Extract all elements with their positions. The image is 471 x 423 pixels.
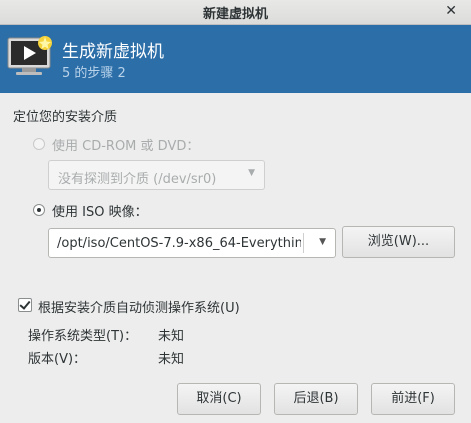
browse-button[interactable]: 浏览(W)... [342,226,455,258]
auto-detect-os-label: 根据安装介质自动侦测操作系统(U) [38,301,240,316]
chevron-down-icon: ▼ [248,168,255,178]
os-type-value: 未知 [158,329,185,344]
cdrom-device-select[interactable]: 没有探测到介质 (/dev/sr0) ▼ [48,160,265,190]
virtual-machine-monitor-icon [7,36,52,75]
wizard-step: 5 的步骤 2 [62,66,126,81]
iso-path-input[interactable]: /opt/iso/CentOS-7.9-x86_64-Everything [57,236,301,251]
cdrom-device-value: 没有探测到介质 (/dev/sr0) [58,172,217,187]
chevron-down-icon[interactable]: ▼ [319,237,326,247]
iso-radio[interactable] [33,204,45,216]
title-bar: 新建虚拟机 ✕ [0,0,471,25]
version-label: 版本(V)： [28,352,87,367]
auto-detect-os-checkbox[interactable] [18,298,32,312]
wizard-title: 生成新虚拟机 [62,42,164,62]
back-button[interactable]: 后退(B) [274,383,358,415]
window-title: 新建虚拟机 [202,7,268,22]
cdrom-radio[interactable] [33,138,45,150]
forward-button[interactable]: 前进(F) [371,383,455,415]
header-banner: 生成新虚拟机 5 的步骤 2 [0,25,471,93]
close-icon[interactable]: ✕ [445,3,457,19]
section-label: 定位您的安装介质 [13,110,118,125]
version-value: 未知 [158,352,185,367]
combobox-separator [303,233,304,253]
iso-path-combobox[interactable]: /opt/iso/CentOS-7.9-x86_64-Everything ▼ [48,228,336,258]
iso-radio-label: 使用 ISO 映像： [52,205,148,220]
cancel-button[interactable]: 取消(C) [177,383,261,415]
cdrom-radio-label: 使用 CD-ROM 或 DVD： [52,139,200,154]
os-type-label: 操作系统类型(T)： [28,329,138,344]
